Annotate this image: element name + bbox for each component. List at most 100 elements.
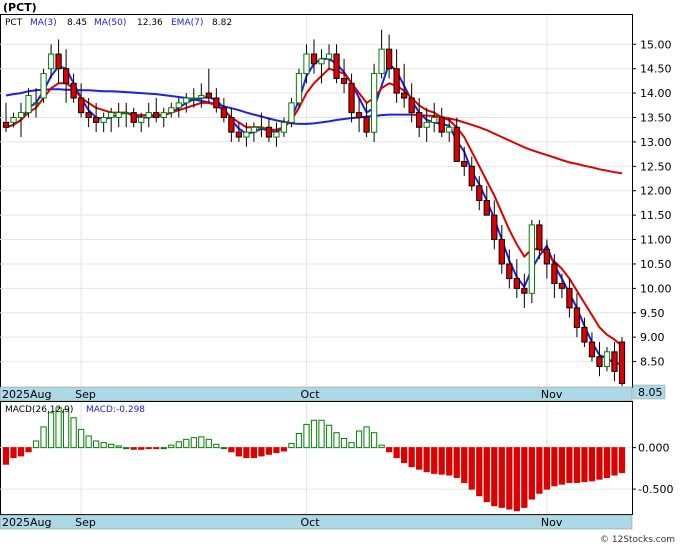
macd-bar-positive — [318, 419, 325, 449]
candle-body-down — [205, 92, 212, 99]
candle-body-up — [183, 97, 190, 104]
price-tick-label: 14.00 — [640, 87, 672, 100]
macd-bar-positive — [340, 438, 348, 449]
legend-ma3-value: 8.45 — [67, 18, 87, 28]
candle-body-up — [528, 224, 535, 294]
macd-bar-positive — [62, 408, 70, 449]
candle-body-up — [273, 131, 280, 138]
macd-bar-negative — [235, 447, 243, 457]
candle-body-up — [160, 112, 167, 119]
macd-bar-negative — [423, 447, 430, 473]
stock-chart-screenshot: 15.00 14.50 14.00 13.50 13.00 12.50 12.00 11.50… — [0, 0, 680, 546]
price-tick-label: 11.00 — [640, 234, 672, 247]
candle-body-down — [596, 356, 603, 367]
month-label: 2025Aug — [2, 516, 51, 529]
candle — [370, 63, 378, 142]
macd-tick-label: -0.500 — [638, 483, 673, 496]
macd-bar-positive — [378, 444, 385, 449]
candle-body-down — [355, 112, 363, 119]
macd-bar-positive — [348, 442, 355, 449]
macd-bar-negative — [243, 447, 250, 459]
candle-body-down — [506, 263, 513, 280]
macd-bar-positive — [115, 445, 122, 449]
price-panel — [0, 14, 633, 388]
macd-bar-negative — [153, 447, 160, 450]
legend-ticker: PCT — [5, 18, 23, 28]
macd-bar-negative — [393, 447, 400, 459]
candle-body-down — [130, 112, 137, 123]
macd-bar-positive — [100, 442, 107, 449]
macd-bar-positive — [213, 443, 220, 449]
macd-bar-positive — [288, 442, 295, 449]
candle-body-down — [438, 117, 445, 133]
macd-bar-negative — [491, 447, 498, 507]
candle-body-down — [235, 131, 243, 138]
price-tick-label: 9.50 — [640, 307, 665, 320]
candle-body-up — [431, 117, 438, 123]
price-tick-label: 15.00 — [640, 38, 672, 51]
candle-body-down — [536, 224, 543, 250]
price-tick-label: 11.50 — [640, 209, 672, 222]
candle-body-up — [303, 53, 310, 75]
candle-body-down — [468, 165, 475, 187]
macd-bar-negative — [498, 447, 505, 508]
macd-bar-positive — [123, 447, 130, 450]
macd-bar-negative — [265, 447, 273, 455]
candle-body-up — [10, 117, 17, 123]
candle-body-up — [32, 102, 40, 105]
candle-body-down — [348, 82, 355, 114]
price-tick-label: 13.50 — [640, 112, 672, 125]
macd-bar-negative — [461, 447, 468, 483]
candle-body-up — [378, 48, 385, 75]
macd-bar-positive — [70, 417, 77, 449]
macd-bar-positive — [175, 441, 182, 449]
candle-body-down — [558, 282, 566, 289]
candle-body-down — [265, 126, 273, 138]
macd-bar-positive — [77, 428, 85, 449]
candle-body-down — [340, 77, 348, 84]
last-price-label: 8.05 — [638, 386, 663, 399]
candle-body-down — [588, 341, 596, 358]
price-tick-label: 9.00 — [640, 331, 665, 344]
candle-body-up — [168, 107, 175, 114]
candle-body-down — [310, 53, 318, 65]
macd-bar-negative — [528, 447, 535, 500]
candle — [295, 68, 303, 108]
candle-body-up — [100, 117, 107, 123]
macd-bar-negative — [138, 447, 145, 450]
macd-bar-negative — [401, 447, 408, 464]
macd-bar-negative — [603, 447, 611, 478]
month-label: Sep — [75, 388, 96, 401]
month-label: Oct — [300, 516, 320, 529]
macd-bar-negative — [431, 447, 438, 474]
candle-body-up — [250, 126, 258, 133]
candle-body-down — [62, 68, 70, 84]
macd-bar-negative — [408, 447, 415, 468]
candle-body-down — [498, 239, 505, 265]
price-tick-label: 14.50 — [640, 63, 672, 76]
candle-body-up — [258, 126, 265, 129]
macd-bar-negative — [476, 447, 483, 497]
price-y-axis: 15.00 14.50 14.00 13.50 13.00 12.50 12.00 11.50… — [632, 38, 672, 369]
candle-body-down — [385, 48, 393, 70]
price-tick-label: 10.50 — [640, 258, 672, 271]
candle-body-up — [47, 53, 55, 70]
macd-bar-negative — [513, 447, 520, 512]
macd-bar-negative — [483, 447, 490, 503]
candle-body-down — [153, 112, 160, 119]
candle-body-up — [446, 126, 453, 133]
macd-bar-negative — [506, 447, 513, 510]
macd-bar-negative — [130, 447, 137, 450]
candle-body-up — [243, 131, 250, 138]
candle-body-up — [108, 112, 115, 119]
candle-body-down — [93, 117, 100, 123]
candle — [528, 220, 535, 304]
macd-bar-negative — [416, 447, 423, 470]
macd-bar-positive — [370, 432, 378, 449]
candle — [618, 337, 626, 386]
candle-body-up — [288, 102, 295, 123]
candle-body-down — [566, 287, 573, 309]
macd-legend-label: MACD(26,12,9) — [5, 405, 73, 415]
candle-body-down — [513, 278, 520, 289]
candle-body-down — [220, 107, 227, 119]
